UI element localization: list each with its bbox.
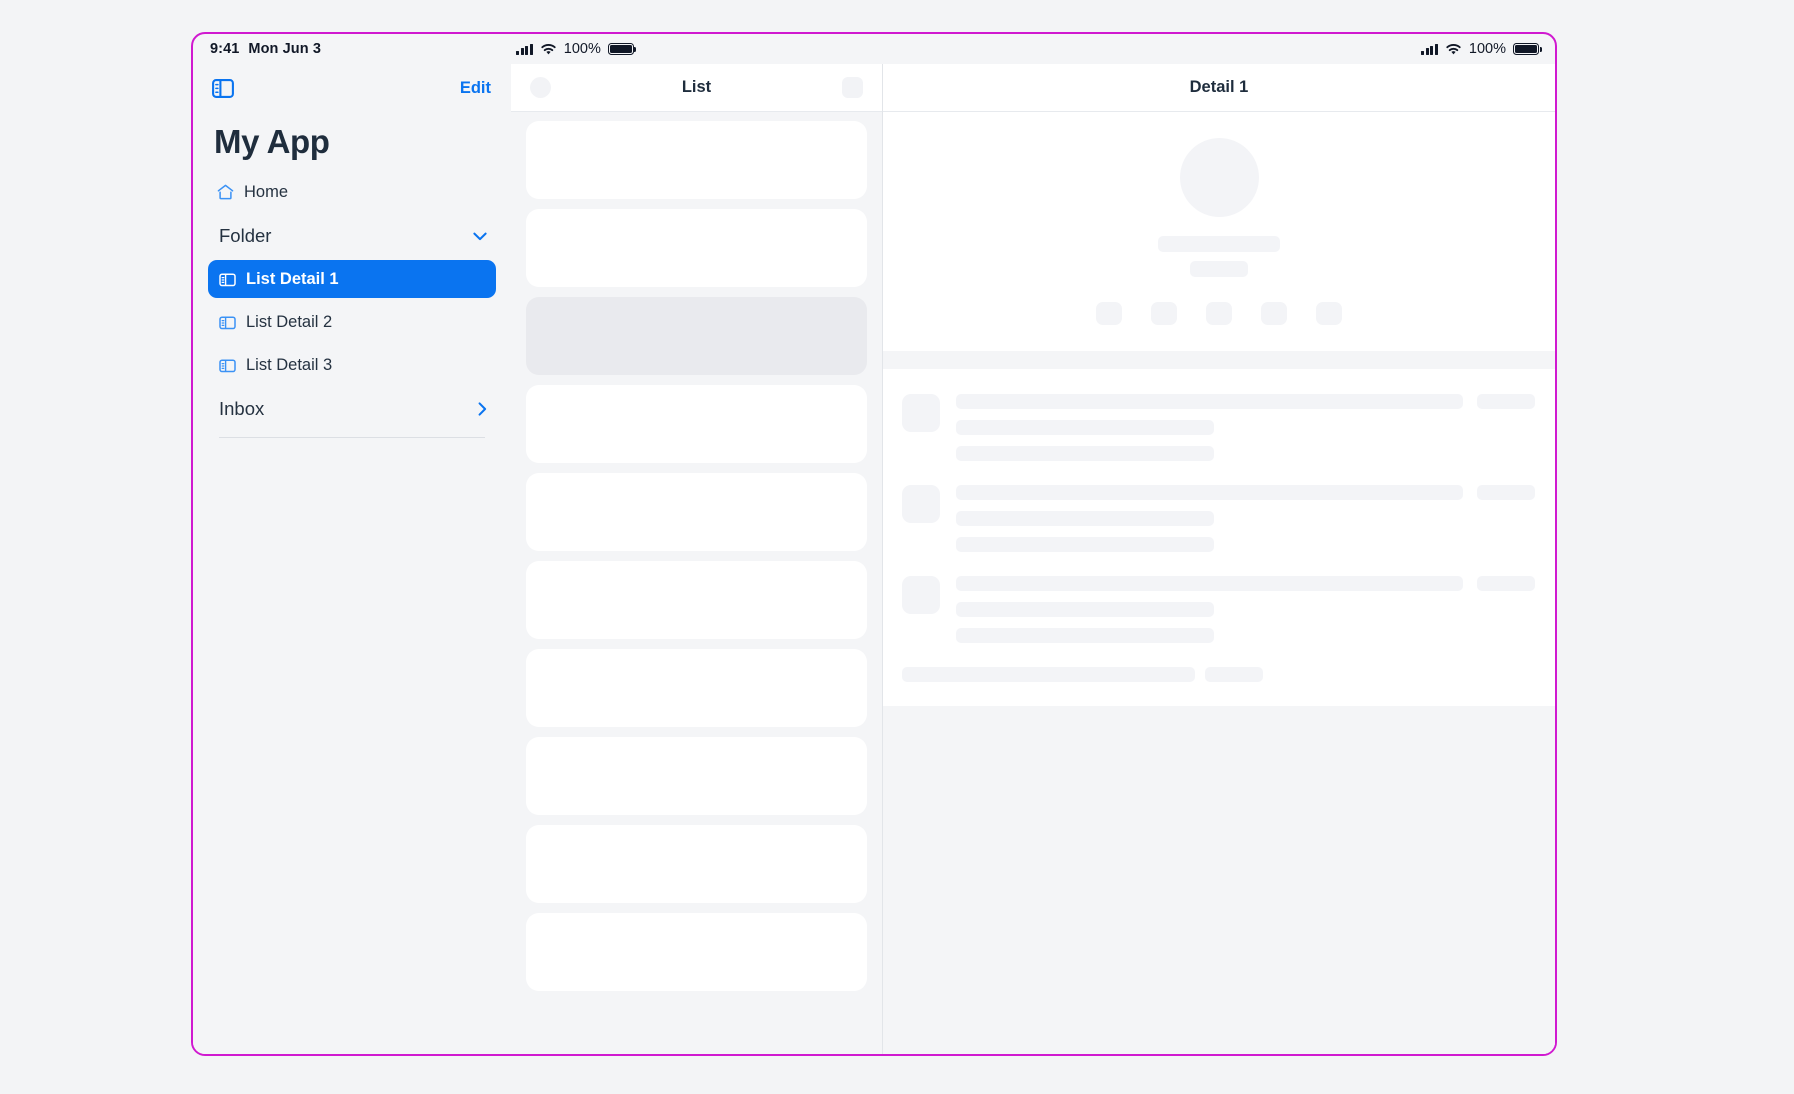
thumbnail-placeholder — [902, 394, 940, 432]
list-item[interactable] — [526, 121, 867, 199]
sidebar-item-label: Home — [244, 182, 289, 201]
meta-placeholder — [1477, 485, 1535, 500]
chevron-down-icon[interactable] — [473, 232, 487, 241]
sidebar-item-label: List Detail 2 — [246, 312, 333, 331]
battery-full-icon — [607, 42, 637, 56]
detail-profile-card — [883, 112, 1555, 351]
list-detail-icon — [219, 271, 236, 288]
action-button-placeholder[interactable] — [1151, 302, 1177, 325]
sidebar-group-label: Folder — [219, 225, 272, 246]
signal-bars-icon — [516, 43, 533, 55]
detail-row[interactable] — [883, 576, 1555, 643]
detail-column: Detail 1 — [883, 64, 1555, 1054]
circle-placeholder-icon[interactable] — [530, 77, 551, 98]
list-title: List — [681, 78, 712, 96]
sidebar-toolbar: Edit — [193, 64, 511, 112]
subtitle-placeholder — [1190, 261, 1248, 277]
list-header: List — [511, 64, 882, 112]
detail-row-lines — [956, 394, 1535, 461]
list-item[interactable] — [526, 385, 867, 463]
device-window: 9:41 Mon Jun 3 100% 100% Edit My App Hom… — [191, 32, 1557, 1056]
detail-row-lines — [956, 576, 1535, 643]
meta-placeholder — [1477, 576, 1535, 591]
line-placeholder — [956, 576, 1463, 591]
sidebar-toggle-icon[interactable] — [211, 76, 235, 100]
list-item[interactable] — [526, 737, 867, 815]
footer-placeholder — [902, 667, 1195, 682]
detail-section-gap — [883, 351, 1555, 369]
thumbnail-placeholder — [902, 576, 940, 614]
detail-title: Detail 1 — [1189, 78, 1249, 96]
list-column: List — [511, 64, 883, 1054]
list-detail-icon — [219, 357, 236, 374]
home-icon — [217, 184, 234, 201]
status-bar: 9:41 Mon Jun 3 100% 100% — [193, 34, 1555, 64]
footer-meta-placeholder — [1205, 667, 1263, 682]
list-scroll-area[interactable] — [511, 112, 882, 1054]
line-placeholder — [956, 628, 1214, 643]
avatar — [1179, 138, 1259, 217]
list-item[interactable] — [526, 825, 867, 903]
list-item[interactable] — [526, 473, 867, 551]
detail-rows-card — [883, 369, 1555, 706]
line-placeholder — [956, 420, 1214, 435]
status-time: 9:41 — [210, 41, 240, 57]
name-placeholder — [1158, 236, 1280, 252]
status-bar-left: 9:41 Mon Jun 3 — [193, 41, 321, 57]
status-date: Mon Jun 3 — [248, 41, 322, 57]
square-placeholder-icon[interactable] — [842, 77, 863, 98]
detail-footer — [883, 667, 1555, 706]
list-item[interactable] — [526, 649, 867, 727]
action-button-placeholder[interactable] — [1096, 302, 1122, 325]
sidebar-nav: Home Folder List Detail 1 List Detail 2 … — [193, 173, 511, 438]
sidebar-item-list-detail-2[interactable]: List Detail 2 — [208, 303, 496, 341]
list-detail-icon — [219, 314, 236, 331]
sidebar-item-list-detail-1[interactable]: List Detail 1 — [208, 260, 496, 298]
sidebar-item-label: List Detail 3 — [246, 355, 333, 374]
line-placeholder — [956, 394, 1463, 409]
sidebar-group-folder[interactable]: Folder — [208, 217, 496, 255]
thumbnail-placeholder — [902, 485, 940, 523]
signal-bars-icon — [1421, 43, 1438, 55]
sidebar-group-label: Inbox — [219, 398, 265, 419]
sidebar: Edit My App Home Folder List Detail 1 Li… — [193, 64, 511, 1054]
list-item[interactable] — [526, 561, 867, 639]
detail-row[interactable] — [883, 394, 1555, 461]
sidebar-item-label: List Detail 1 — [246, 269, 339, 288]
action-button-placeholder[interactable] — [1206, 302, 1232, 325]
detail-action-row — [1096, 302, 1342, 325]
action-button-placeholder[interactable] — [1316, 302, 1342, 325]
line-placeholder — [956, 485, 1463, 500]
list-item[interactable] — [526, 297, 867, 375]
line-placeholder — [956, 511, 1214, 526]
sidebar-item-list-detail-3[interactable]: List Detail 3 — [208, 346, 496, 384]
sidebar-group-inbox[interactable]: Inbox — [208, 390, 496, 428]
chevron-right-icon[interactable] — [478, 402, 487, 416]
detail-row-lines — [956, 485, 1535, 552]
line-placeholder — [956, 446, 1214, 461]
sidebar-item-home[interactable]: Home — [208, 173, 496, 211]
status-indicators-left: 100% — [516, 41, 637, 57]
battery-percent: 100% — [1468, 41, 1506, 57]
line-placeholder — [956, 537, 1214, 552]
action-button-placeholder[interactable] — [1261, 302, 1287, 325]
edit-button[interactable]: Edit — [460, 79, 491, 98]
app-title: My App — [214, 123, 330, 160]
status-indicators-right: 100% — [1421, 41, 1555, 57]
three-column-layout: Edit My App Home Folder List Detail 1 Li… — [193, 64, 1555, 1054]
meta-placeholder — [1477, 394, 1535, 409]
wifi-icon — [1446, 43, 1461, 54]
detail-header: Detail 1 — [883, 64, 1555, 112]
sidebar-divider — [219, 437, 485, 438]
detail-empty-space — [883, 706, 1555, 1054]
battery-full-icon — [1512, 42, 1542, 56]
list-item[interactable] — [526, 209, 867, 287]
detail-row[interactable] — [883, 485, 1555, 552]
battery-percent: 100% — [563, 41, 601, 57]
list-item[interactable] — [526, 913, 867, 991]
line-placeholder — [956, 602, 1214, 617]
wifi-icon — [541, 43, 556, 54]
